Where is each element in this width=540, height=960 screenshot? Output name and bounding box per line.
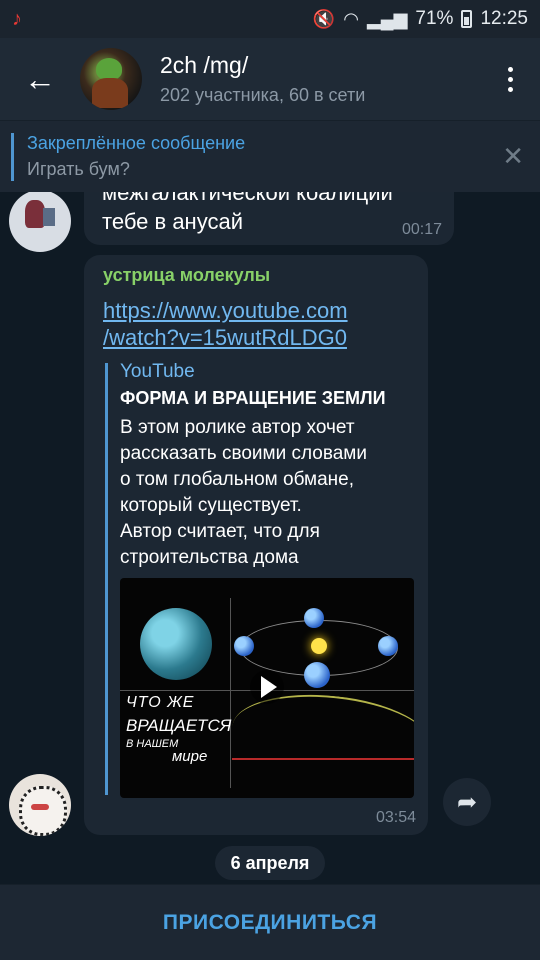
- description-line: строительства дома: [120, 547, 299, 568]
- sender-avatar[interactable]: [9, 774, 71, 836]
- sender-avatar[interactable]: [9, 192, 71, 252]
- thumbnail-caption: ЧТО ЖЕ: [126, 694, 195, 711]
- share-icon[interactable]: ➦: [443, 778, 491, 826]
- message-text-line: тебе в анусай: [102, 209, 243, 234]
- pinned-title: Закреплённое сообщение: [27, 133, 246, 153]
- description-line: о том глобальном обмане,: [120, 469, 355, 490]
- thumbnail-caption: ВРАЩАЕТСЯ: [126, 716, 232, 735]
- chat-subtitle: 202 участника, 60 в сети: [160, 85, 366, 105]
- video-thumbnail[interactable]: ЧТО ЖЕ ВРАЩАЕТСЯ В НАШЕМ мире: [120, 578, 414, 798]
- message-text-line: межгалактической коалиции: [102, 192, 393, 205]
- status-bar: ♪ 🔇 ◠ ▂▄▆ 71% 12:25: [0, 0, 540, 38]
- music-note-icon: ♪: [12, 7, 22, 30]
- thumbnail-caption: В НАШЕМ: [126, 738, 179, 750]
- chat-header: ← 2ch /mg/ 202 участника, 60 в сети: [0, 38, 540, 120]
- battery-icon: [461, 10, 473, 28]
- thumbnail-caption: мире: [172, 748, 208, 765]
- link-line[interactable]: /watch?v=15wutRdLDG0: [103, 324, 348, 351]
- pinned-message[interactable]: Закреплённое сообщение Играть бум? ✕: [0, 120, 540, 192]
- wifi-icon: ◠: [343, 8, 359, 29]
- link-line[interactable]: https://www.youtube.com: [103, 297, 348, 324]
- description-line: который существует.: [120, 495, 302, 516]
- battery-percent: 71%: [415, 8, 454, 29]
- message-bubble[interactable]: межгалактической коалиции тебе в анусай …: [84, 192, 454, 245]
- signal-icon: ▂▄▆: [366, 8, 408, 29]
- preview-site-name: YouTube: [120, 361, 195, 382]
- join-button[interactable]: ПРИСОЕДИНИТЬСЯ: [163, 911, 377, 935]
- date-separator: 6 апреля: [215, 846, 325, 880]
- earth-image: [140, 608, 212, 680]
- preview-accent-bar: [105, 363, 108, 795]
- status-right: 🔇 ◠ ▂▄▆ 71% 12:25: [313, 8, 528, 30]
- back-arrow-icon[interactable]: ←: [0, 38, 80, 120]
- chat-info[interactable]: 2ch /mg/ 202 участника, 60 в сети: [160, 52, 365, 106]
- message-time: 00:17: [401, 221, 442, 238]
- description-line: В этом ролике автор хочет: [120, 417, 355, 438]
- planet-image: [304, 662, 330, 688]
- pinned-accent-bar: [11, 133, 14, 181]
- description-line: рассказать своими словами: [120, 443, 367, 464]
- clock: 12:25: [480, 8, 528, 29]
- message-bubble[interactable]: устрица молекулы https://www.youtube.com…: [84, 255, 428, 835]
- sun-image: [311, 638, 327, 654]
- close-icon[interactable]: ✕: [502, 141, 524, 172]
- more-vertical-icon[interactable]: [480, 66, 540, 92]
- bottom-bar: ПРИСОЕДИНИТЬСЯ: [0, 884, 540, 960]
- message-list[interactable]: межгалактической коалиции тебе в анусай …: [0, 192, 540, 884]
- planet-image: [378, 636, 398, 656]
- pinned-text: Играть бум?: [27, 159, 130, 179]
- mute-icon: 🔇: [312, 8, 336, 29]
- preview-title: ФОРМА И ВРАЩЕНИЕ ЗЕМЛИ: [120, 388, 386, 408]
- play-icon[interactable]: [250, 670, 284, 704]
- description-line: Автор считает, что для: [120, 521, 320, 542]
- planet-image: [234, 636, 254, 656]
- sender-name[interactable]: устрица молекулы: [103, 265, 270, 286]
- message-link[interactable]: https://www.youtube.com /watch?v=15wutRd…: [103, 297, 348, 351]
- chat-avatar[interactable]: [80, 48, 142, 110]
- preview-description: В этом ролике автор хочет рассказать сво…: [120, 415, 416, 571]
- planet-image: [304, 608, 324, 628]
- message-time: 03:54: [375, 809, 416, 826]
- chat-title: 2ch /mg/: [160, 52, 249, 78]
